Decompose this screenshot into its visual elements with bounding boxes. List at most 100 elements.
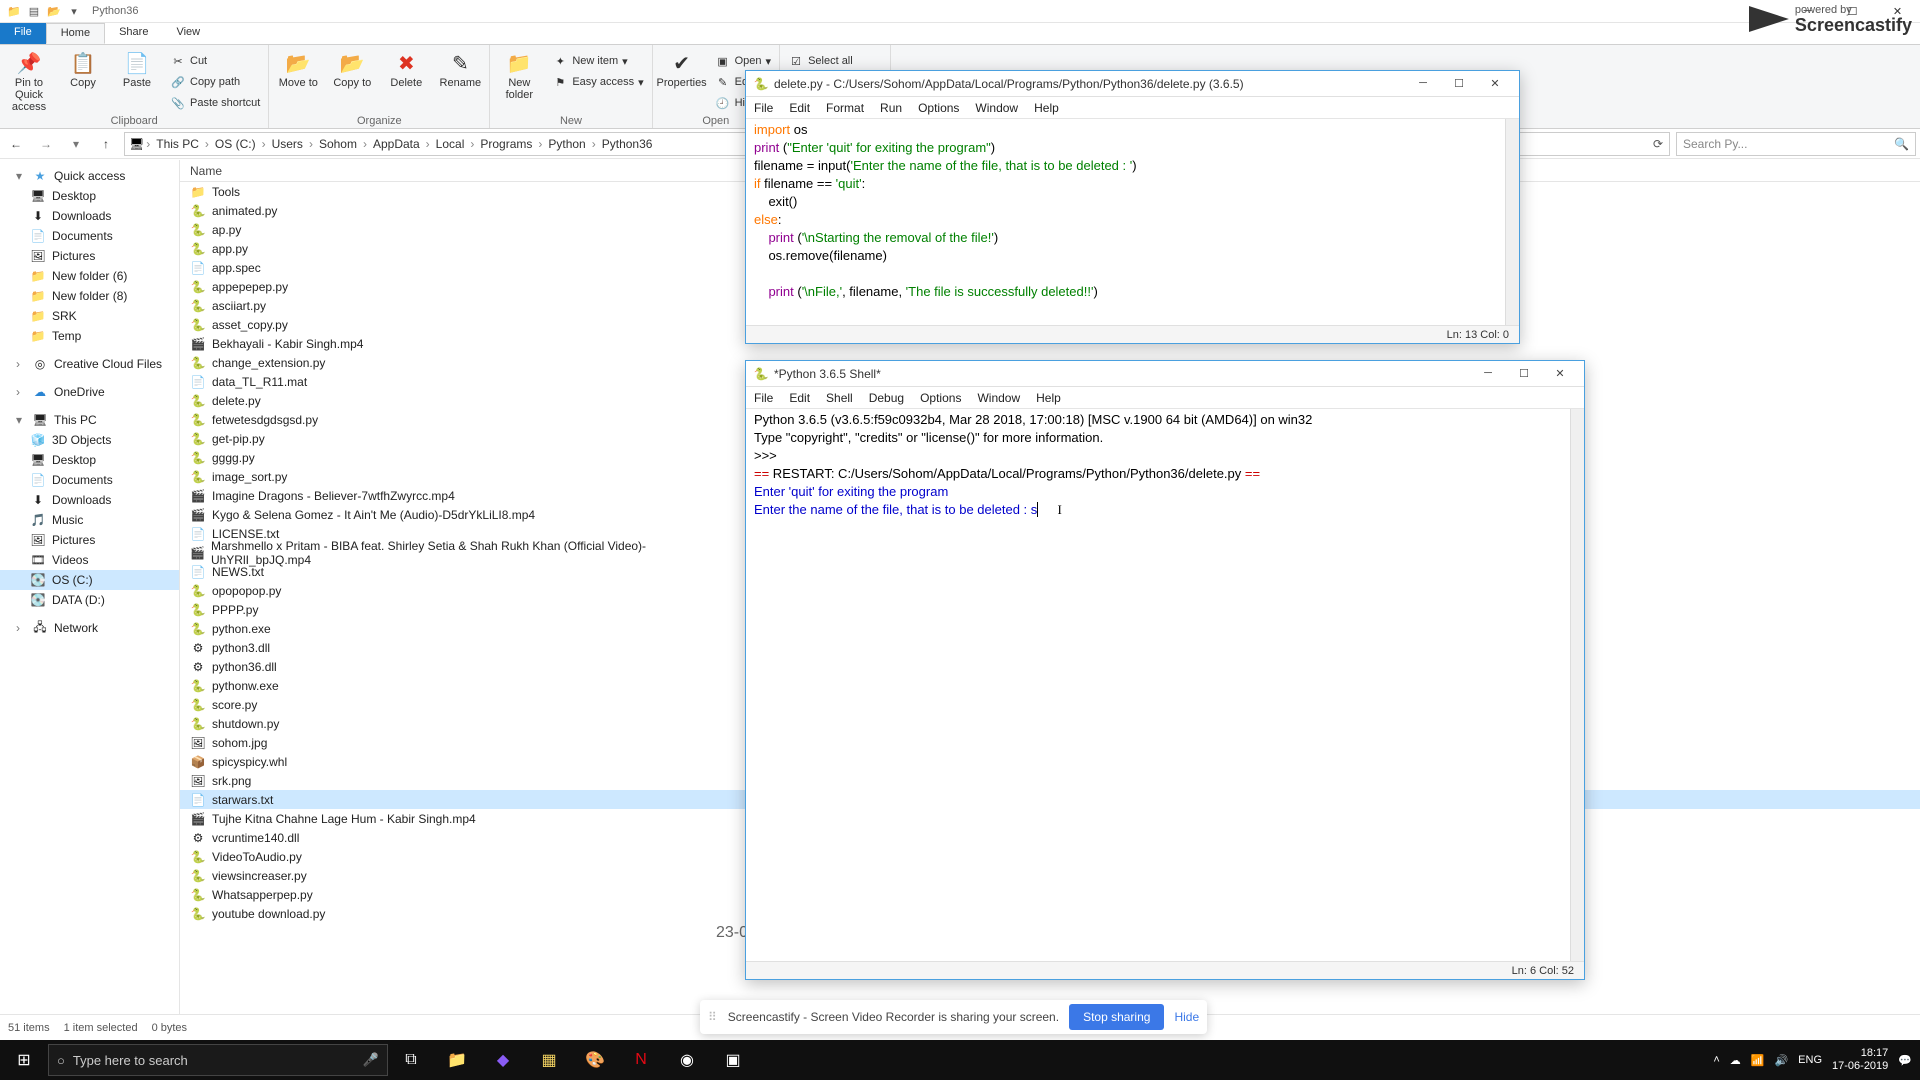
menu-item[interactable]: Edit: [781, 391, 818, 405]
sidebar-item[interactable]: 📁Temp: [0, 326, 179, 346]
qat-properties-icon[interactable]: ▤: [26, 3, 42, 19]
sidebar-item[interactable]: 🖼Pictures: [0, 530, 179, 550]
chrome-taskbar-icon[interactable]: ◉: [664, 1040, 710, 1080]
forward-button[interactable]: →: [34, 132, 58, 156]
editor-minimize-button[interactable]: ─: [1405, 77, 1441, 90]
tab-home[interactable]: Home: [46, 23, 105, 44]
shell-output-area[interactable]: Python 3.6.5 (v3.6.5:f59c0932b4, Mar 28 …: [746, 409, 1570, 961]
app-icon[interactable]: ◆: [480, 1040, 526, 1080]
shell-scrollbar[interactable]: [1570, 409, 1584, 961]
menu-item[interactable]: Help: [1026, 101, 1067, 115]
column-name[interactable]: Name: [180, 164, 700, 178]
sidebar-item[interactable]: 📄Documents: [0, 470, 179, 490]
tab-share[interactable]: Share: [105, 23, 162, 44]
app-icon[interactable]: N: [618, 1040, 664, 1080]
sidebar-item[interactable]: 🎞Videos: [0, 550, 179, 570]
editor-code-area[interactable]: import os print ("Enter 'quit' for exiti…: [746, 119, 1505, 325]
start-button[interactable]: ⊞: [0, 1040, 48, 1080]
tab-file[interactable]: File: [0, 23, 46, 44]
cut-button[interactable]: ✂Cut: [166, 51, 264, 71]
editor-close-button[interactable]: ✕: [1477, 77, 1513, 90]
breadcrumb-segment[interactable]: Sohom: [315, 137, 361, 151]
rename-button[interactable]: ✎Rename: [435, 47, 485, 89]
breadcrumb-segment[interactable]: This PC: [152, 137, 203, 151]
sidebar-item[interactable]: 🖥Desktop: [0, 450, 179, 470]
breadcrumb-segment[interactable]: Local: [432, 137, 469, 151]
sidebar-item[interactable]: 💽OS (C:): [0, 570, 179, 590]
sidebar-item[interactable]: 🖥Desktop: [0, 186, 179, 206]
menu-item[interactable]: File: [746, 101, 781, 115]
breadcrumb-segment[interactable]: Python36: [598, 137, 657, 151]
sidebar-item[interactable]: ⬇Downloads: [0, 206, 179, 226]
tray-chevron-up-icon[interactable]: ˄: [1713, 1054, 1719, 1066]
new-folder-button[interactable]: 📁New folder: [494, 47, 544, 101]
drag-handle-icon[interactable]: ⠿: [708, 1010, 718, 1024]
menu-item[interactable]: Options: [912, 391, 969, 405]
qat-dropdown-icon[interactable]: ▾: [66, 3, 82, 19]
menu-item[interactable]: Debug: [861, 391, 912, 405]
breadcrumb-segment[interactable]: Programs: [476, 137, 536, 151]
sidebar-item[interactable]: 📁SRK: [0, 306, 179, 326]
menu-item[interactable]: Options: [910, 101, 967, 115]
sidebar-item[interactable]: ⬇Downloads: [0, 490, 179, 510]
sidebar-item[interactable]: 🧊3D Objects: [0, 430, 179, 450]
breadcrumb-segment[interactable]: OS (C:): [211, 137, 260, 151]
sidebar-item[interactable]: 📁New folder (6): [0, 266, 179, 286]
notifications-button[interactable]: 💬: [1898, 1054, 1912, 1067]
menu-item[interactable]: File: [746, 391, 781, 405]
breadcrumb-segment[interactable]: Users: [268, 137, 307, 151]
breadcrumb-segment[interactable]: Python: [544, 137, 589, 151]
shell-close-button[interactable]: ✕: [1542, 367, 1578, 380]
delete-button[interactable]: ✖Delete: [381, 47, 431, 89]
stop-sharing-button[interactable]: Stop sharing: [1069, 1004, 1164, 1030]
task-view-button[interactable]: ⧉: [388, 1040, 434, 1080]
tray-wifi-icon[interactable]: 📶: [1751, 1054, 1765, 1067]
taskbar-clock[interactable]: 18:17 17-06-2019: [1832, 1047, 1888, 1073]
sidebar-item[interactable]: 🎵Music: [0, 510, 179, 530]
open-button[interactable]: ▣Open ▾: [711, 51, 775, 71]
sidebar-onedrive[interactable]: ›☁OneDrive: [0, 382, 179, 402]
new-item-button[interactable]: ✦New item ▾: [548, 51, 647, 71]
tray-volume-icon[interactable]: 🔊: [1774, 1054, 1788, 1067]
menu-item[interactable]: Run: [872, 101, 910, 115]
tray-cloud-icon[interactable]: ☁: [1730, 1054, 1741, 1067]
menu-item[interactable]: Edit: [781, 101, 818, 115]
menu-item[interactable]: Help: [1028, 391, 1069, 405]
paste-shortcut-button[interactable]: 📎Paste shortcut: [166, 93, 264, 113]
terminal-taskbar-icon[interactable]: ▣: [710, 1040, 756, 1080]
sidebar-item[interactable]: 🖼Pictures: [0, 246, 179, 266]
refresh-button[interactable]: ⟳: [1647, 137, 1669, 151]
menu-item[interactable]: Window: [967, 101, 1026, 115]
up-button[interactable]: ↑: [94, 132, 118, 156]
app-icon[interactable]: ▦: [526, 1040, 572, 1080]
sidebar-quick-access[interactable]: ▾★Quick access: [0, 166, 179, 186]
sidebar-item[interactable]: 📁New folder (8): [0, 286, 179, 306]
search-input[interactable]: Search Py... 🔍: [1676, 132, 1916, 156]
select-all-button[interactable]: ☑Select all: [784, 51, 886, 71]
microphone-icon[interactable]: 🎤: [363, 1052, 379, 1068]
breadcrumb-segment[interactable]: AppData: [369, 137, 424, 151]
editor-maximize-button[interactable]: ☐: [1441, 77, 1477, 90]
copy-to-button[interactable]: 📂Copy to: [327, 47, 377, 89]
sidebar-network[interactable]: ›🖧Network: [0, 618, 179, 638]
properties-button[interactable]: ✔Properties: [657, 47, 707, 89]
tray-language[interactable]: ENG: [1798, 1054, 1822, 1066]
menu-item[interactable]: Window: [969, 391, 1028, 405]
menu-item[interactable]: Shell: [818, 391, 861, 405]
hide-button[interactable]: Hide: [1174, 1010, 1199, 1024]
recent-locations-button[interactable]: ▾: [64, 132, 88, 156]
easy-access-button[interactable]: ⚑Easy access ▾: [548, 72, 647, 92]
back-button[interactable]: ←: [4, 132, 28, 156]
shell-minimize-button[interactable]: ─: [1470, 367, 1506, 380]
sidebar-item[interactable]: 💽DATA (D:): [0, 590, 179, 610]
move-to-button[interactable]: 📂Move to: [273, 47, 323, 89]
file-explorer-taskbar-icon[interactable]: 📁: [434, 1040, 480, 1080]
menu-item[interactable]: Format: [818, 101, 872, 115]
sidebar-item[interactable]: 📄Documents: [0, 226, 179, 246]
app-icon[interactable]: 🎨: [572, 1040, 618, 1080]
taskbar-search[interactable]: ○ Type here to search 🎤: [48, 1044, 388, 1076]
copy-button[interactable]: 📋Copy: [58, 47, 108, 89]
pin-quick-access-button[interactable]: 📌Pin to Quick access: [4, 47, 54, 113]
sidebar-this-pc[interactable]: ▾🖥This PC: [0, 410, 179, 430]
sidebar-creative-cloud[interactable]: ›◎Creative Cloud Files: [0, 354, 179, 374]
